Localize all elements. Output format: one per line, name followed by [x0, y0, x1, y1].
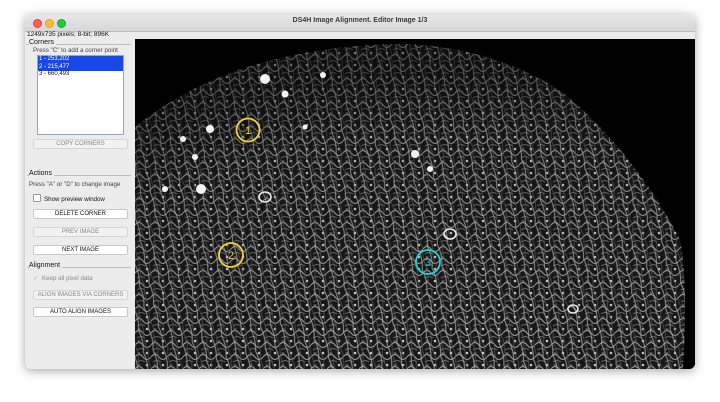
image-info-text: 1249x735 pixels; 8-bit; 896K: [27, 31, 110, 38]
marker-label-3: 3: [425, 257, 431, 269]
corners-hint: Press "C" to add a corner point: [33, 47, 118, 54]
marker-label-1: 1: [245, 125, 251, 137]
corner-list-item[interactable]: 3 - 660,493: [38, 71, 123, 79]
marker-label-2: 2: [228, 250, 234, 262]
auto-align-button[interactable]: AUTO ALIGN IMAGES: [33, 307, 128, 317]
show-preview-checkbox[interactable]: Show preview window: [33, 194, 105, 203]
checkmark-icon: ✓: [33, 276, 39, 282]
app-window: DS4H Image Alignment. Editor Image 1/3 1…: [25, 14, 695, 369]
copy-corners-button[interactable]: COPY CORNERS: [33, 139, 128, 149]
side-panel: Corners Press "C" to add a corner point …: [25, 39, 135, 369]
alignment-heading: Alignment: [29, 262, 63, 269]
actions-heading: Actions: [29, 170, 54, 177]
align-via-corners-button[interactable]: ALIGN IMAGES VIA CORNERS: [33, 290, 128, 300]
next-image-button[interactable]: NEXT IMAGE: [33, 245, 128, 255]
image-canvas[interactable]: 1 2 3: [135, 39, 695, 369]
window-title: DS4H Image Alignment. Editor Image 1/3: [292, 17, 428, 24]
title-bar: DS4H Image Alignment. Editor Image 1/3: [25, 14, 695, 32]
keep-pixel-data-label: Keep all pixel data: [42, 275, 93, 282]
keep-pixel-data-checkbox[interactable]: ✓ Keep all pixel data: [33, 275, 93, 282]
corners-heading: Corners: [29, 39, 56, 46]
show-preview-label: Show preview window: [44, 196, 105, 203]
corner-list-item[interactable]: 1 - 253,202: [38, 56, 123, 64]
tissue-image[interactable]: 1 2 3: [135, 39, 695, 369]
checkbox-box[interactable]: [33, 194, 41, 202]
corner-list-item[interactable]: 2 - 215,477: [38, 63, 123, 71]
prev-image-button[interactable]: PREV IMAGE: [33, 227, 128, 237]
delete-corner-button[interactable]: DELETE CORNER: [33, 209, 128, 219]
corners-list[interactable]: 1 - 253,202 2 - 215,477 3 - 660,493: [37, 55, 124, 135]
actions-hint: Press "A" or "D" to change image: [29, 181, 121, 188]
